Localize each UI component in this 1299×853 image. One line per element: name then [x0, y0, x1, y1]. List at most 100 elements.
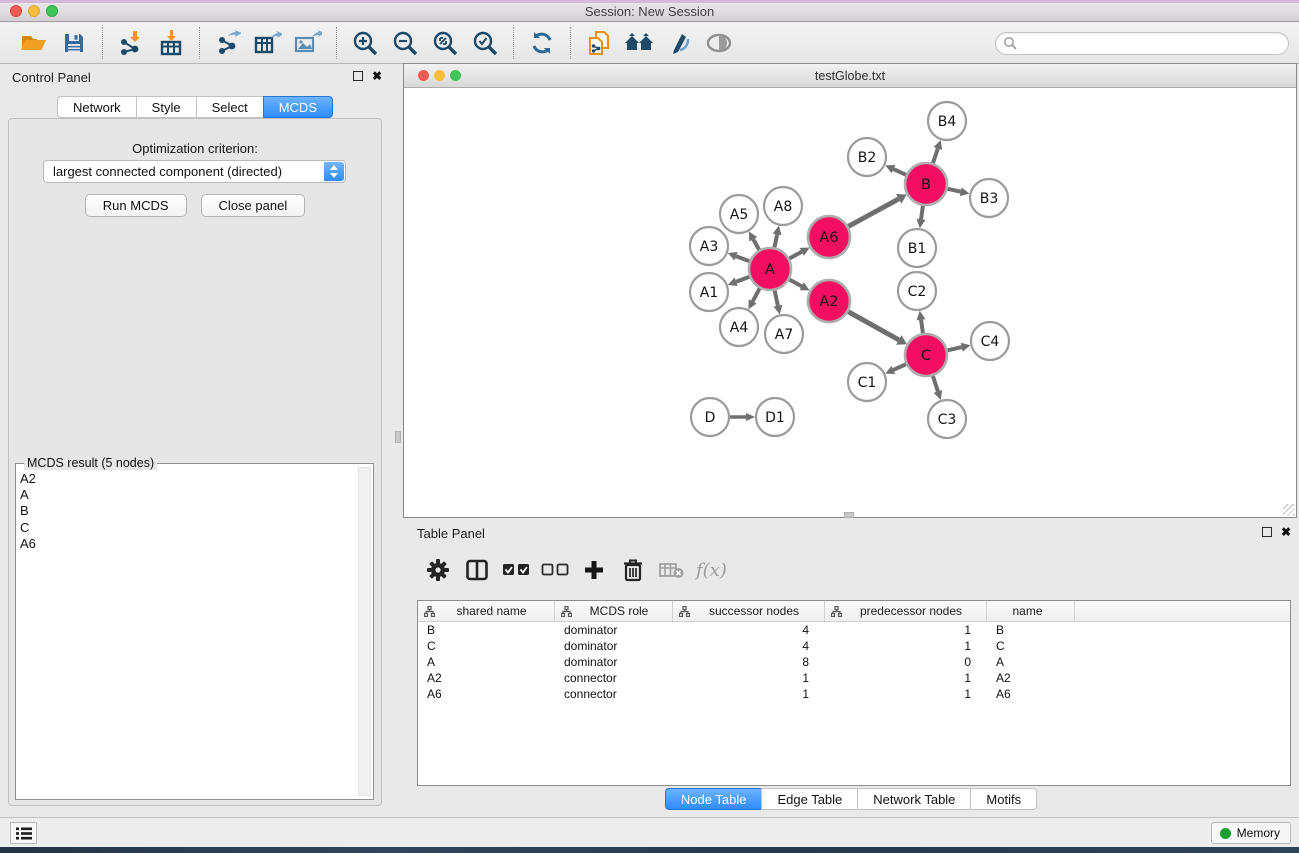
gear-icon[interactable] [421, 554, 455, 586]
split-columns-icon[interactable] [460, 554, 494, 586]
result-item[interactable]: C [20, 520, 355, 536]
table-cell[interactable]: 0 [825, 655, 987, 669]
table-cell[interactable]: 1 [825, 671, 987, 685]
table-cell[interactable]: C [418, 639, 555, 653]
edge-A-A1[interactable] [736, 277, 749, 282]
tab-node-table[interactable]: Node Table [665, 788, 763, 810]
search-input[interactable] [995, 32, 1289, 55]
clone-network-icon[interactable] [579, 26, 619, 60]
result-scrollbar[interactable] [358, 467, 371, 796]
edge-A-A2[interactable] [789, 279, 801, 286]
table-cell[interactable]: A6 [987, 687, 1075, 701]
edge-A-A8[interactable] [774, 234, 777, 247]
export-table-icon[interactable] [248, 26, 288, 60]
tab-network[interactable]: Network [57, 96, 137, 118]
table-row[interactable]: Cdominator41C [418, 638, 1290, 654]
tab-edge-table[interactable]: Edge Table [761, 788, 858, 810]
table-row[interactable]: A2connector11A2 [418, 670, 1290, 686]
edge-B-B1[interactable] [921, 206, 923, 219]
delete-table-icon[interactable] [655, 554, 689, 586]
table-row[interactable]: A6connector11A6 [418, 686, 1290, 702]
export-network-icon[interactable] [208, 26, 248, 60]
tab-mcds[interactable]: MCDS [263, 96, 333, 118]
unselect-all-checkboxes-icon[interactable] [538, 554, 572, 586]
network-window-titlebar[interactable]: testGlobe.txt [404, 64, 1296, 88]
show-hide-panel-eye-icon[interactable] [699, 26, 739, 60]
column-header-shared-name[interactable]: shared name [418, 601, 555, 621]
close-panel-icon[interactable]: ✖ [1281, 527, 1291, 537]
table-row[interactable]: Adominator80A [418, 654, 1290, 670]
edge-A2-C[interactable] [848, 312, 899, 340]
edge-C-C2[interactable] [921, 320, 923, 333]
table-cell[interactable]: 1 [825, 639, 987, 653]
delete-column-trash-icon[interactable] [616, 554, 650, 586]
import-network-icon[interactable] [111, 26, 151, 60]
result-item[interactable]: B [20, 503, 355, 519]
tab-style[interactable]: Style [136, 96, 197, 118]
table-cell[interactable]: 1 [825, 623, 987, 637]
table-cell[interactable]: C [987, 639, 1075, 653]
table-cell[interactable]: connector [555, 687, 673, 701]
float-panel-icon[interactable] [1262, 527, 1272, 537]
float-panel-icon[interactable] [353, 71, 363, 81]
select-all-checkboxes-icon[interactable] [499, 554, 533, 586]
edge-B-B4[interactable] [933, 149, 938, 164]
edge-B-B2[interactable] [893, 169, 906, 175]
result-item[interactable]: A2 [20, 471, 355, 487]
open-session-icon[interactable] [14, 26, 54, 60]
table-cell[interactable]: dominator [555, 655, 673, 669]
tab-network-table[interactable]: Network Table [857, 788, 971, 810]
table-cell[interactable]: 8 [673, 655, 825, 669]
edge-A-A5[interactable] [753, 239, 759, 250]
zoom-in-icon[interactable] [345, 26, 385, 60]
table-cell[interactable]: B [987, 623, 1075, 637]
result-item[interactable]: A [20, 487, 355, 503]
table-cell[interactable]: A [418, 655, 555, 669]
import-table-icon[interactable] [151, 26, 191, 60]
table-cell[interactable]: 1 [825, 687, 987, 701]
table-cell[interactable]: dominator [555, 639, 673, 653]
criterion-select[interactable]: largest connected component (directed) [43, 160, 346, 183]
table-cell[interactable]: 4 [673, 639, 825, 653]
table-cell[interactable]: A6 [418, 687, 555, 701]
memory-button[interactable]: Memory [1211, 822, 1291, 844]
column-header-name[interactable]: name [987, 601, 1075, 621]
table-cell[interactable]: dominator [555, 623, 673, 637]
refresh-layout-icon[interactable] [522, 26, 562, 60]
close-panel-icon[interactable]: ✖ [372, 71, 382, 81]
table-cell[interactable]: A2 [418, 671, 555, 685]
splitter-handle[interactable] [395, 431, 401, 443]
edge-A6-B[interactable] [848, 199, 898, 227]
close-panel-button[interactable]: Close panel [201, 194, 306, 217]
table-cell[interactable]: A [987, 655, 1075, 669]
network-canvas[interactable]: AA1A2A3A4A5A6A7A8BB1B2B3B4CC1C2C3C4DD1 [404, 89, 1296, 517]
tab-motifs[interactable]: Motifs [970, 788, 1037, 810]
table-cell[interactable]: A2 [987, 671, 1075, 685]
tab-select[interactable]: Select [196, 96, 264, 118]
column-header-MCDS-role[interactable]: MCDS role [555, 601, 673, 621]
export-image-icon[interactable] [288, 26, 328, 60]
node-table[interactable]: shared nameMCDS rolesuccessor nodesprede… [417, 600, 1291, 786]
table-row[interactable]: Bdominator41B [418, 622, 1290, 638]
zoom-selected-icon[interactable] [465, 26, 505, 60]
table-cell[interactable]: connector [555, 671, 673, 685]
open-browser-home-icon[interactable] [619, 26, 659, 60]
mcds-result-list[interactable]: A2ABCA6 [20, 471, 355, 552]
network-graph[interactable]: AA1A2A3A4A5A6A7A8BB1B2B3B4CC1C2C3C4DD1 [404, 89, 1296, 517]
function-builder-icon[interactable]: f(x) [696, 560, 727, 581]
table-cell[interactable]: B [418, 623, 555, 637]
run-mcds-button[interactable]: Run MCDS [85, 194, 187, 217]
edge-A-A4[interactable] [753, 288, 760, 301]
edge-B-B3[interactable] [947, 189, 960, 192]
column-header-successor-nodes[interactable]: successor nodes [673, 601, 825, 621]
edge-A-A7[interactable] [775, 291, 778, 306]
splitter-handle[interactable] [844, 512, 854, 518]
resize-grip[interactable] [1283, 504, 1295, 516]
edge-C-C4[interactable] [947, 347, 961, 350]
save-session-icon[interactable] [54, 26, 94, 60]
vizmapper-pen-icon[interactable] [659, 26, 699, 60]
edge-A-A6[interactable] [789, 252, 801, 259]
table-cell[interactable]: 1 [673, 687, 825, 701]
edge-A-A3[interactable] [736, 256, 749, 261]
task-history-button[interactable] [10, 822, 37, 844]
